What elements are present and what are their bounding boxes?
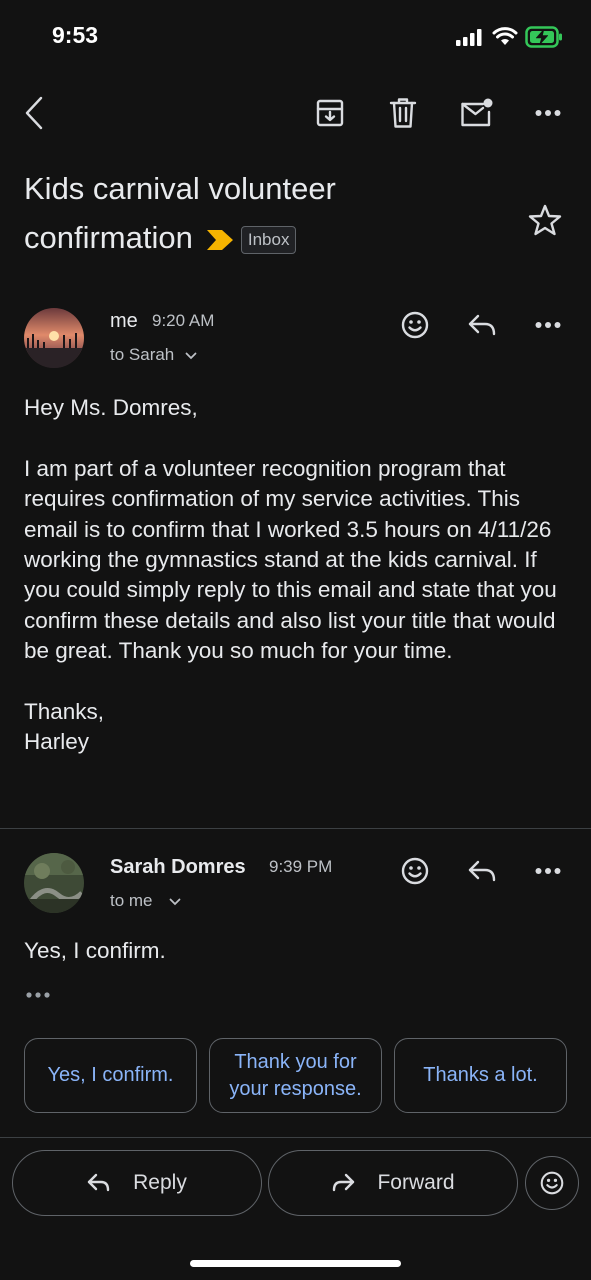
message-time: 9:39 PM xyxy=(269,857,333,876)
recipient-text: to me xyxy=(110,891,153,910)
recipient-details-toggle[interactable]: to Sarah xyxy=(110,345,197,365)
message-sender: Sarah Domres xyxy=(110,856,246,878)
reply-label: Reply xyxy=(133,1171,187,1194)
more-horizontal-icon xyxy=(535,868,561,874)
chevron-down-icon xyxy=(169,898,181,905)
more-horizontal-icon xyxy=(535,110,561,116)
reply-button[interactable]: Reply xyxy=(12,1150,262,1216)
avatar-sarah[interactable] xyxy=(24,853,84,913)
important-marker-icon[interactable] xyxy=(206,229,233,250)
archive-button[interactable] xyxy=(306,89,354,137)
actions-divider xyxy=(0,1137,591,1138)
archive-icon xyxy=(316,99,344,127)
forward-button[interactable]: Forward xyxy=(268,1150,518,1216)
message-divider xyxy=(0,828,591,829)
more-options-button[interactable] xyxy=(524,89,572,137)
chevron-down-icon xyxy=(185,352,197,359)
emoji-icon xyxy=(401,311,429,339)
star-button[interactable] xyxy=(527,203,563,237)
trash-icon xyxy=(389,98,417,128)
recipient-text: to Sarah xyxy=(110,345,175,364)
mark-unread-button[interactable] xyxy=(452,89,500,137)
message-more-button[interactable] xyxy=(524,847,572,895)
inbox-label[interactable]: Inbox xyxy=(240,225,297,254)
star-icon xyxy=(528,204,562,236)
message-sender: me xyxy=(110,310,138,332)
more-horizontal-icon xyxy=(535,322,561,328)
home-indicator[interactable] xyxy=(190,1260,401,1267)
email-subject-block: Kids carnival volunteer confirmation Inbo… xyxy=(24,164,504,262)
battery-charging-icon xyxy=(525,26,563,48)
show-trimmed-content-button[interactable] xyxy=(26,989,52,1001)
back-arrow-icon xyxy=(25,96,43,130)
message-body: Hey Ms. Domres, I am part of a volunteer… xyxy=(24,395,557,755)
reply-icon xyxy=(468,860,496,882)
add-reaction-button[interactable] xyxy=(391,847,439,895)
recipient-details-toggle[interactable]: to me xyxy=(110,891,181,911)
ellipsis-icon xyxy=(26,992,50,998)
react-button[interactable] xyxy=(525,1156,579,1210)
message-body: Yes, I confirm. xyxy=(24,938,166,963)
add-reaction-button[interactable] xyxy=(391,301,439,349)
delete-button[interactable] xyxy=(379,89,427,137)
cellular-signal-icon xyxy=(456,28,482,46)
message-time: 9:20 AM xyxy=(152,311,215,330)
status-time: 9:53 xyxy=(52,22,99,48)
reply-icon xyxy=(468,314,496,336)
emoji-icon xyxy=(401,857,429,885)
reply-message-button[interactable] xyxy=(458,301,506,349)
emoji-icon xyxy=(540,1171,564,1195)
smart-reply-chip[interactable]: Thank you for your response. xyxy=(209,1038,382,1113)
forward-label: Forward xyxy=(377,1171,455,1194)
wifi-icon xyxy=(492,27,518,47)
back-button[interactable] xyxy=(10,89,58,137)
smart-reply-chip[interactable]: Thanks a lot. xyxy=(394,1038,567,1113)
reply-message-button[interactable] xyxy=(458,847,506,895)
forward-icon xyxy=(333,1173,355,1192)
avatar-me[interactable] xyxy=(24,308,84,368)
smart-reply-chip[interactable]: Yes, I confirm. xyxy=(24,1038,197,1113)
reply-icon xyxy=(87,1173,110,1192)
mark-unread-icon xyxy=(461,98,493,127)
message-more-button[interactable] xyxy=(524,301,572,349)
